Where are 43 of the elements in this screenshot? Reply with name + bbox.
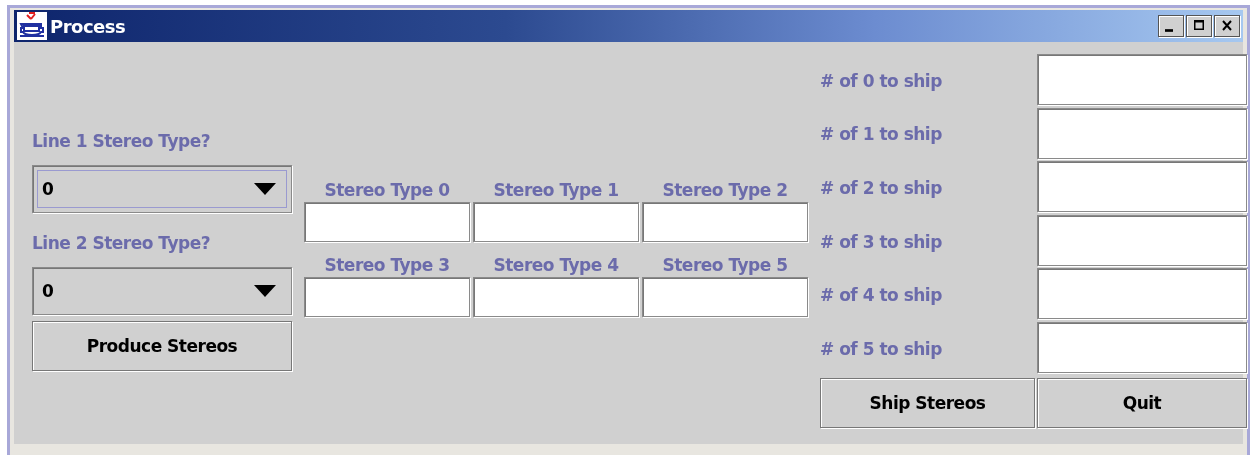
dropdown[interactable]: 0	[32, 165, 292, 213]
dropdown[interactable]: 0	[32, 267, 292, 315]
field-label: Line 1 Stereo Type?	[32, 130, 212, 153]
maximize-icon	[1192, 19, 1206, 33]
text-field[interactable]	[1037, 214, 1247, 266]
maximize-button[interactable]	[1186, 15, 1212, 37]
ship-stereos-button[interactable]: Ship Stereos	[820, 377, 1035, 428]
quit-button[interactable]: Quit	[1037, 377, 1247, 428]
dropdown-value: 0	[42, 179, 54, 199]
text-field[interactable]	[473, 277, 639, 317]
close-button[interactable]	[1214, 15, 1240, 37]
text-field[interactable]	[1037, 268, 1247, 320]
field-label: Line 2 Stereo Type?	[32, 232, 212, 255]
app-icon	[17, 12, 47, 40]
text-field[interactable]	[642, 277, 808, 317]
field-label: # of 0 to ship	[820, 69, 943, 93]
field-label: # of 1 to ship	[820, 123, 943, 147]
field-label: # of 2 to ship	[820, 177, 943, 200]
column-label: Stereo Type 1	[492, 179, 620, 202]
window-title: Process	[50, 15, 126, 37]
field-label: # of 4 to ship	[820, 284, 943, 308]
column-label: Stereo Type 2	[661, 179, 789, 202]
text-field[interactable]	[304, 277, 470, 317]
text-field[interactable]	[1037, 321, 1247, 373]
column-label: Stereo Type 4	[492, 254, 620, 277]
minimize-icon	[1165, 29, 1173, 32]
field-label: # of 5 to ship	[820, 337, 943, 361]
field-label: # of 3 to ship	[820, 230, 943, 254]
text-field[interactable]	[304, 202, 470, 242]
text-field[interactable]	[473, 202, 639, 242]
text-field[interactable]	[1037, 161, 1247, 213]
produce-stereos-button[interactable]: Produce Stereos	[32, 321, 292, 371]
caret-icon	[254, 183, 276, 195]
dropdown-value: 0	[42, 281, 54, 301]
column-label: Stereo Type 3	[323, 254, 451, 277]
text-field[interactable]	[1037, 54, 1247, 105]
column-label: Stereo Type 5	[661, 254, 789, 277]
text-field[interactable]	[1037, 107, 1247, 159]
caret-icon	[254, 285, 276, 297]
minimize-button[interactable]	[1158, 15, 1184, 37]
text-field[interactable]	[642, 202, 808, 242]
column-label: Stereo Type 0	[323, 179, 451, 202]
close-icon	[1220, 19, 1234, 33]
